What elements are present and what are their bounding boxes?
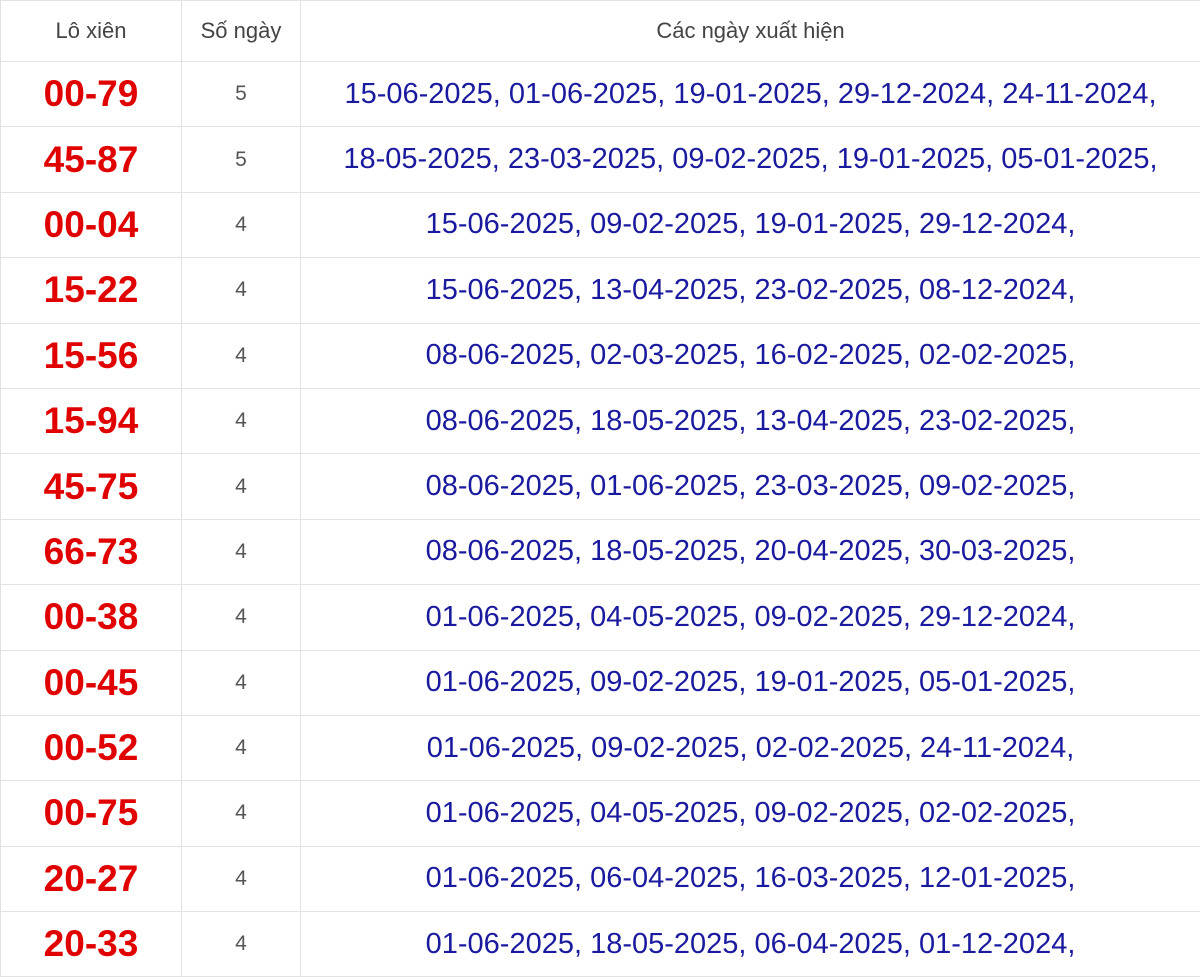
- lo-xien-pair: 15-56: [1, 323, 182, 388]
- table-row: 00-52401-06-2025, 09-02-2025, 02-02-2025…: [1, 715, 1200, 780]
- lo-xien-pair: 15-22: [1, 258, 182, 323]
- table-row: 15-22415-06-2025, 13-04-2025, 23-02-2025…: [1, 258, 1200, 323]
- header-row: Lô xiên Số ngày Các ngày xuất hiện: [1, 1, 1200, 62]
- appearance-dates: 01-06-2025, 18-05-2025, 06-04-2025, 01-1…: [301, 912, 1200, 977]
- table-row: 15-56408-06-2025, 02-03-2025, 16-02-2025…: [1, 323, 1200, 388]
- so-ngay-count: 4: [182, 388, 301, 453]
- appearance-dates: 08-06-2025, 18-05-2025, 13-04-2025, 23-0…: [301, 388, 1200, 453]
- appearance-dates: 08-06-2025, 01-06-2025, 23-03-2025, 09-0…: [301, 454, 1200, 519]
- table-row: 00-38401-06-2025, 04-05-2025, 09-02-2025…: [1, 585, 1200, 650]
- header-so-ngay: Số ngày: [182, 1, 301, 62]
- table-row: 20-27401-06-2025, 06-04-2025, 16-03-2025…: [1, 846, 1200, 911]
- appearance-dates: 08-06-2025, 02-03-2025, 16-02-2025, 02-0…: [301, 323, 1200, 388]
- table-header: Lô xiên Số ngày Các ngày xuất hiện: [1, 1, 1200, 62]
- table-body: 00-79515-06-2025, 01-06-2025, 19-01-2025…: [1, 62, 1200, 977]
- table-row: 00-04415-06-2025, 09-02-2025, 19-01-2025…: [1, 192, 1200, 257]
- header-lo-xien: Lô xiên: [1, 1, 182, 62]
- lo-xien-pair: 15-94: [1, 388, 182, 453]
- table-row: 00-75401-06-2025, 04-05-2025, 09-02-2025…: [1, 781, 1200, 846]
- appearance-dates: 15-06-2025, 09-02-2025, 19-01-2025, 29-1…: [301, 192, 1200, 257]
- so-ngay-count: 4: [182, 715, 301, 780]
- appearance-dates: 01-06-2025, 04-05-2025, 09-02-2025, 29-1…: [301, 585, 1200, 650]
- appearance-dates: 18-05-2025, 23-03-2025, 09-02-2025, 19-0…: [301, 127, 1200, 192]
- table-row: 66-73408-06-2025, 18-05-2025, 20-04-2025…: [1, 519, 1200, 584]
- lo-xien-pair: 20-27: [1, 846, 182, 911]
- so-ngay-count: 4: [182, 650, 301, 715]
- lo-xien-pair: 00-38: [1, 585, 182, 650]
- so-ngay-count: 4: [182, 585, 301, 650]
- table-row: 45-75408-06-2025, 01-06-2025, 23-03-2025…: [1, 454, 1200, 519]
- so-ngay-count: 4: [182, 781, 301, 846]
- lo-xien-pair: 00-75: [1, 781, 182, 846]
- so-ngay-count: 4: [182, 323, 301, 388]
- lo-xien-pair: 45-75: [1, 454, 182, 519]
- so-ngay-count: 4: [182, 454, 301, 519]
- lo-xien-pair: 66-73: [1, 519, 182, 584]
- lo-xien-pair: 00-79: [1, 62, 182, 127]
- header-cac-ngay-xuat-hien: Các ngày xuất hiện: [301, 1, 1200, 62]
- table-row: 00-45401-06-2025, 09-02-2025, 19-01-2025…: [1, 650, 1200, 715]
- so-ngay-count: 4: [182, 192, 301, 257]
- appearance-dates: 15-06-2025, 01-06-2025, 19-01-2025, 29-1…: [301, 62, 1200, 127]
- lo-xien-table: Lô xiên Số ngày Các ngày xuất hiện 00-79…: [0, 0, 1200, 977]
- table-row: 20-33401-06-2025, 18-05-2025, 06-04-2025…: [1, 912, 1200, 977]
- appearance-dates: 01-06-2025, 06-04-2025, 16-03-2025, 12-0…: [301, 846, 1200, 911]
- table-row: 15-94408-06-2025, 18-05-2025, 13-04-2025…: [1, 388, 1200, 453]
- lo-xien-pair: 00-52: [1, 715, 182, 780]
- so-ngay-count: 5: [182, 127, 301, 192]
- table-row: 45-87518-05-2025, 23-03-2025, 09-02-2025…: [1, 127, 1200, 192]
- appearance-dates: 01-06-2025, 09-02-2025, 02-02-2025, 24-1…: [301, 715, 1200, 780]
- so-ngay-count: 4: [182, 519, 301, 584]
- so-ngay-count: 4: [182, 258, 301, 323]
- lo-xien-pair: 45-87: [1, 127, 182, 192]
- appearance-dates: 01-06-2025, 04-05-2025, 09-02-2025, 02-0…: [301, 781, 1200, 846]
- so-ngay-count: 4: [182, 912, 301, 977]
- appearance-dates: 01-06-2025, 09-02-2025, 19-01-2025, 05-0…: [301, 650, 1200, 715]
- appearance-dates: 15-06-2025, 13-04-2025, 23-02-2025, 08-1…: [301, 258, 1200, 323]
- appearance-dates: 08-06-2025, 18-05-2025, 20-04-2025, 30-0…: [301, 519, 1200, 584]
- so-ngay-count: 5: [182, 62, 301, 127]
- so-ngay-count: 4: [182, 846, 301, 911]
- lo-xien-pair: 00-04: [1, 192, 182, 257]
- table-row: 00-79515-06-2025, 01-06-2025, 19-01-2025…: [1, 62, 1200, 127]
- lo-xien-pair: 00-45: [1, 650, 182, 715]
- lo-xien-pair: 20-33: [1, 912, 182, 977]
